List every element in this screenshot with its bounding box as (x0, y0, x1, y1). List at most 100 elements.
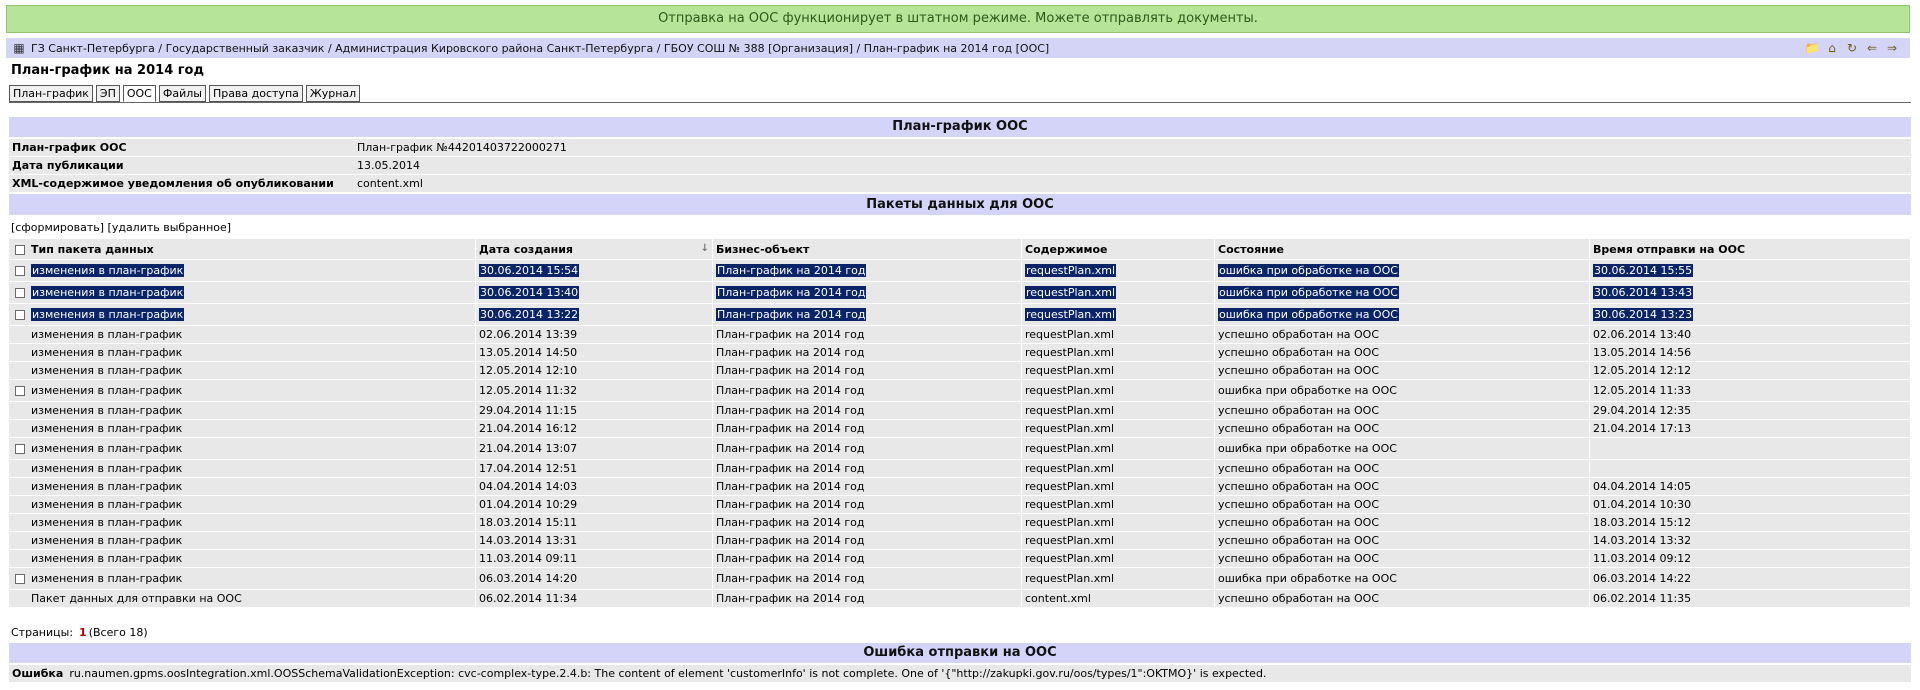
cell-text: План-график на 2014 год (716, 308, 867, 321)
tab-access[interactable]: Права доступа (208, 85, 303, 102)
table-row[interactable]: изменения в план-график 21.04.2014 13:07 П… (9, 438, 1911, 459)
column-header-created[interactable]: Дата создания ↓ (476, 239, 713, 259)
column-header-object[interactable]: Бизнес-объект (713, 239, 1022, 259)
pager-current-page[interactable]: 1 (79, 626, 87, 639)
cell-type[interactable]: изменения в план-график (9, 496, 476, 513)
cell-type[interactable]: изменения в план-график (9, 326, 476, 343)
cell-created: 30.06.2014 13:40 (476, 282, 713, 303)
row-checkbox[interactable] (15, 444, 25, 454)
cell-sent (1590, 438, 1911, 459)
cell-text: 12.05.2014 11:32 (479, 384, 578, 397)
info-row-date: Дата публикации 13.05.2014 (9, 157, 1911, 174)
table-row[interactable]: изменения в план-график 17.04.2014 12:51 П… (9, 460, 1911, 477)
folder-icon[interactable]: 📁 (1804, 41, 1820, 55)
cell-content[interactable]: requestPlan.xml (1022, 496, 1215, 513)
cell-type[interactable]: изменения в план-график (9, 550, 476, 567)
cell-content[interactable]: requestPlan.xml (1022, 460, 1215, 477)
cell-object: План-график на 2014 год (713, 402, 1022, 419)
tab-ep[interactable]: ЭП (95, 85, 120, 102)
cell-type[interactable]: Пакет данных для отправки на ООС (9, 590, 476, 607)
table-row[interactable]: изменения в план-график 04.04.2014 14:03 П… (9, 478, 1911, 495)
row-checkbox[interactable] (15, 266, 25, 276)
cell-content[interactable]: requestPlan.xml (1022, 260, 1215, 281)
cell-type[interactable]: изменения в план-график (9, 260, 476, 281)
column-header-sent[interactable]: Время отправки на ООС (1590, 239, 1911, 259)
table-row[interactable]: изменения в план-график 29.04.2014 11:15 П… (9, 402, 1911, 419)
tab-plan[interactable]: План-график (9, 85, 93, 102)
cell-type[interactable]: изменения в план-график (9, 362, 476, 379)
cell-content[interactable]: requestPlan.xml (1022, 568, 1215, 589)
breadcrumb[interactable]: ГЗ Санкт-Петербурга / Государственный за… (31, 42, 1804, 55)
cell-content[interactable]: requestPlan.xml (1022, 344, 1215, 361)
info-link[interactable]: content.xml (353, 177, 423, 190)
pager: Страницы: 1 (Всего 18) (11, 626, 148, 639)
cell-created: 18.03.2014 15:11 (476, 514, 713, 531)
cell-text: План-график на 2014 год (716, 592, 865, 605)
cell-content[interactable]: content.xml (1022, 590, 1215, 607)
home-icon[interactable]: ⌂ (1824, 41, 1840, 55)
cell-type[interactable]: изменения в план-график (9, 344, 476, 361)
cell-content[interactable]: requestPlan.xml (1022, 380, 1215, 401)
table-row[interactable]: изменения в план-график 30.06.2014 13:40 П… (9, 282, 1911, 303)
table-row[interactable]: изменения в план-график 30.06.2014 13:22 П… (9, 304, 1911, 325)
cell-content[interactable]: requestPlan.xml (1022, 550, 1215, 567)
cell-type[interactable]: изменения в план-график (9, 514, 476, 531)
cell-content[interactable]: requestPlan.xml (1022, 282, 1215, 303)
column-header-type[interactable]: Тип пакета данных (9, 239, 476, 259)
cell-content[interactable]: requestPlan.xml (1022, 304, 1215, 325)
cell-type[interactable]: изменения в план-график (9, 438, 476, 459)
cell-text: План-график на 2014 год (716, 572, 865, 585)
cell-type[interactable]: изменения в план-график (9, 532, 476, 549)
cell-type[interactable]: изменения в план-график (9, 478, 476, 495)
sort-icon[interactable]: ↓ (701, 243, 709, 254)
table-row[interactable]: изменения в план-график 21.04.2014 16:12 П… (9, 420, 1911, 437)
cell-type[interactable]: изменения в план-график (9, 402, 476, 419)
cell-text: 14.03.2014 13:31 (479, 534, 578, 547)
cell-text: requestPlan.xml (1025, 480, 1114, 493)
tab-files[interactable]: Файлы (158, 85, 206, 102)
cell-type[interactable]: изменения в план-график (9, 460, 476, 477)
cell-content[interactable]: requestPlan.xml (1022, 514, 1215, 531)
table-row[interactable]: изменения в план-график 14.03.2014 13:31 П… (9, 532, 1911, 549)
column-header-content[interactable]: Содержимое (1022, 239, 1215, 259)
cell-content[interactable]: requestPlan.xml (1022, 362, 1215, 379)
table-row[interactable]: изменения в план-график 06.03.2014 14:20 П… (9, 568, 1911, 589)
create-button[interactable]: [сформировать] (11, 221, 104, 234)
cell-content[interactable]: requestPlan.xml (1022, 420, 1215, 437)
refresh-icon[interactable]: ↻ (1844, 41, 1860, 55)
cell-type[interactable]: изменения в план-график (9, 304, 476, 325)
column-header-state[interactable]: Состояние (1215, 239, 1590, 259)
table-row[interactable]: изменения в план-график 13.05.2014 14:50 П… (9, 344, 1911, 361)
cell-type[interactable]: изменения в план-график (9, 568, 476, 589)
cell-sent: 18.03.2014 15:12 (1590, 514, 1911, 531)
table-row[interactable]: изменения в план-график 01.04.2014 10:29 П… (9, 496, 1911, 513)
table-row[interactable]: изменения в план-график 18.03.2014 15:11 П… (9, 514, 1911, 531)
row-checkbox[interactable] (15, 310, 25, 320)
cell-type[interactable]: изменения в план-график (9, 380, 476, 401)
table-row[interactable]: изменения в план-график 30.06.2014 15:54 П… (9, 260, 1911, 281)
cell-type[interactable]: изменения в план-график (9, 282, 476, 303)
tab-oos[interactable]: ООС (122, 85, 156, 102)
row-checkbox[interactable] (15, 288, 25, 298)
forward-arrow-icon[interactable]: ⇒ (1884, 41, 1900, 55)
delete-selected-button[interactable]: [удалить выбранное] (108, 221, 232, 234)
cell-content[interactable]: requestPlan.xml (1022, 326, 1215, 343)
cell-created: 17.04.2014 12:51 (476, 460, 713, 477)
table-row[interactable]: изменения в план-график 02.06.2014 13:39 П… (9, 326, 1911, 343)
tree-icon[interactable]: ▦ (11, 41, 27, 55)
back-arrow-icon[interactable]: ⇐ (1864, 41, 1880, 55)
cell-type[interactable]: изменения в план-график (9, 420, 476, 437)
tab-journal[interactable]: Журнал (305, 85, 361, 102)
cell-object: План-график на 2014 год (713, 282, 1022, 303)
cell-content[interactable]: requestPlan.xml (1022, 532, 1215, 549)
table-row[interactable]: изменения в план-график 12.05.2014 12:10 П… (9, 362, 1911, 379)
cell-content[interactable]: requestPlan.xml (1022, 478, 1215, 495)
table-row[interactable]: изменения в план-график 11.03.2014 09:11 П… (9, 550, 1911, 567)
row-checkbox[interactable] (15, 574, 25, 584)
row-checkbox[interactable] (15, 386, 25, 396)
cell-content[interactable]: requestPlan.xml (1022, 402, 1215, 419)
select-all-checkbox[interactable] (15, 244, 25, 255)
table-row[interactable]: Пакет данных для отправки на ООС 06.02.20… (9, 590, 1911, 607)
cell-content[interactable]: requestPlan.xml (1022, 438, 1215, 459)
table-row[interactable]: изменения в план-график 12.05.2014 11:32 П… (9, 380, 1911, 401)
